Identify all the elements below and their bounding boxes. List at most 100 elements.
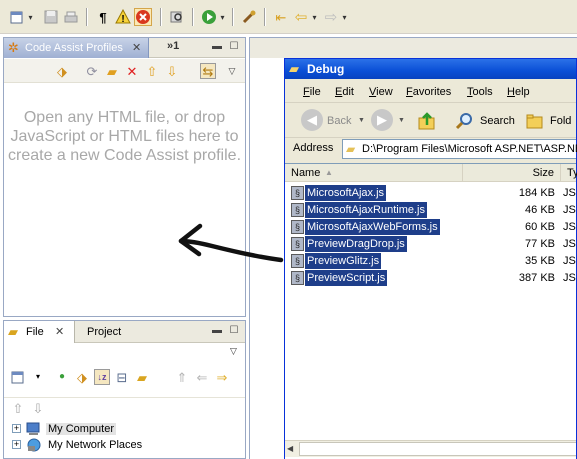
up-icon: ⇑ [176, 369, 188, 385]
tab-file[interactable]: ▰ File ✕ [4, 321, 75, 343]
folder-icon: ▰ [346, 142, 356, 156]
forward-icon: ⇨ [324, 8, 338, 26]
up-folder-icon[interactable] [417, 111, 437, 131]
move-down-icon[interactable]: ⇩ [164, 63, 180, 79]
tree-item-my-computer[interactable]: + My Computer [4, 421, 245, 437]
menu-help[interactable]: Help [507, 86, 530, 98]
minimize-icon[interactable]: ▬ [211, 41, 223, 53]
error-icon[interactable] [134, 8, 152, 26]
close-icon[interactable]: ✕ [55, 325, 64, 338]
folders-icon[interactable] [525, 111, 545, 131]
tree-item-my-network-places[interactable]: + My Network Places [4, 437, 245, 453]
explorer-titlebar[interactable]: ▰ Debug [285, 59, 576, 79]
warning-icon[interactable]: ! [114, 8, 132, 26]
file-type: JS [563, 204, 576, 216]
expand-icon[interactable]: + [12, 440, 21, 449]
menu-view[interactable]: View [369, 86, 393, 98]
nav-up-icon: ⇧ [12, 400, 24, 416]
search-icon[interactable] [168, 8, 186, 26]
minimize-icon[interactable]: ▬ [211, 325, 223, 337]
script-file-icon: § [291, 271, 304, 285]
expand-icon[interactable]: + [12, 424, 21, 433]
column-size-label: Size [532, 167, 554, 179]
pilcrow-icon[interactable]: ¶ [94, 8, 112, 26]
column-header-size[interactable]: Size [463, 164, 561, 182]
file-name: MicrosoftAjax.js [305, 185, 387, 201]
file-size: 60 KB [525, 221, 555, 233]
file-row[interactable]: § MicrosoftAjaxWebForms.js 60 KB JS [285, 219, 576, 235]
back-button-icon: ◀ [301, 109, 323, 131]
file-toolbar: ▾ ● ⬗ ↓z ⊟ ▰ ⇑ ⇐ ⇒ [4, 365, 245, 389]
file-size: 77 KB [525, 238, 555, 250]
menu-file[interactable]: File [303, 86, 321, 98]
menu-edit[interactable]: Edit [335, 86, 354, 98]
file-panel-tabbar: ▰ File ✕ Project ▬ ☐ [4, 321, 245, 343]
column-header-name[interactable]: Name ▲ [285, 164, 463, 182]
column-name-label: Name [291, 167, 321, 179]
file-size: 387 KB [518, 272, 555, 284]
open-folder-icon[interactable]: ▰ [104, 63, 120, 79]
delete-icon[interactable]: ✕ [124, 63, 140, 79]
column-type-label: Ty [567, 167, 577, 179]
search-button-label[interactable]: Search [480, 115, 515, 127]
run-dropdown-icon[interactable]: ▾ [219, 12, 226, 22]
tab-overflow-indicator[interactable]: »1 [167, 40, 179, 52]
file-name: PreviewScript.js [305, 270, 388, 286]
view-menu-icon[interactable]: ▽ [224, 63, 240, 79]
external-tools-icon[interactable] [240, 8, 258, 26]
run-icon[interactable] [200, 8, 218, 26]
script-file-icon: § [291, 254, 304, 268]
file-row[interactable]: § PreviewDragDrop.js 77 KB JS [285, 236, 576, 252]
file-row[interactable]: § MicrosoftAjax.js 184 KB JS [285, 185, 576, 201]
file-type: JS [563, 272, 576, 284]
file-size: 46 KB [525, 204, 555, 216]
folders-button-label[interactable]: Fold [550, 115, 571, 127]
forward-dropdown-icon: ▼ [398, 117, 405, 124]
toolbar-separator [192, 8, 194, 26]
new-dropdown-icon[interactable]: ▾ [30, 369, 46, 385]
move-up-icon[interactable]: ⇧ [144, 63, 160, 79]
collapse-all-icon[interactable]: ⊟ [114, 369, 130, 385]
scroll-left-icon[interactable]: ◀ [287, 444, 293, 453]
reload-icon[interactable]: ⟳ [84, 63, 100, 79]
print-icon[interactable] [62, 8, 80, 26]
scrollbar-thumb[interactable] [299, 442, 576, 456]
toolbar-separator [86, 8, 88, 26]
right-arrow-icon[interactable]: ⇒ [214, 369, 230, 385]
column-header-type[interactable]: Ty [561, 164, 577, 182]
search-icon[interactable] [455, 111, 475, 131]
address-field[interactable]: ▰ D:\Program Files\Microsoft ASP.NET\ASP… [342, 139, 577, 159]
link-editor-icon[interactable]: ⇆ [200, 63, 216, 79]
new-icon[interactable] [8, 8, 26, 26]
menu-tools[interactable]: Tools [467, 86, 493, 98]
tab-code-assist-profiles[interactable]: ✲ Code Assist Profiles ✕ [4, 38, 149, 58]
file-row[interactable]: § PreviewGlitz.js 35 KB JS [285, 253, 576, 269]
open-folder-icon[interactable]: ▰ [134, 369, 150, 385]
last-edit-icon[interactable]: ⇤ [272, 8, 290, 26]
file-row[interactable]: § PreviewScript.js 387 KB JS [285, 270, 576, 286]
back-dropdown-icon[interactable]: ▾ [311, 12, 318, 22]
save-icon[interactable] [42, 8, 60, 26]
pin-icon[interactable]: ⬗ [54, 63, 70, 79]
file-row[interactable]: § MicrosoftAjaxRuntime.js 46 KB JS [285, 202, 576, 218]
tab-project[interactable]: Project [77, 321, 131, 343]
horizontal-scrollbar[interactable]: ◀ [285, 440, 576, 457]
new-dropdown-icon[interactable]: ▾ [27, 12, 34, 22]
sort-az-icon[interactable]: ↓z [94, 369, 110, 385]
forward-dropdown-icon: ▾ [342, 12, 347, 22]
file-tab-label: File [26, 326, 44, 338]
menu-favorites[interactable]: Favorites [406, 86, 451, 98]
pin-icon[interactable]: ⬗ [74, 369, 90, 385]
close-icon[interactable]: ✕ [132, 41, 141, 54]
back-icon[interactable]: ⇦ [292, 8, 310, 26]
sort-ascending-icon: ▲ [325, 168, 333, 177]
maximize-icon[interactable]: ☐ [228, 325, 240, 337]
green-dot-icon[interactable]: ● [54, 369, 70, 385]
new-file-icon[interactable] [10, 369, 26, 385]
explorer-toolbar: ◀ Back ▼ ▶ ▼ Search Fold [285, 104, 576, 138]
maximize-icon[interactable]: ☐ [228, 41, 240, 53]
view-menu-icon[interactable]: ▽ [230, 346, 237, 357]
network-icon [26, 437, 42, 453]
nav-down-icon: ⇩ [32, 400, 44, 416]
folder-icon: ▰ [289, 61, 299, 76]
